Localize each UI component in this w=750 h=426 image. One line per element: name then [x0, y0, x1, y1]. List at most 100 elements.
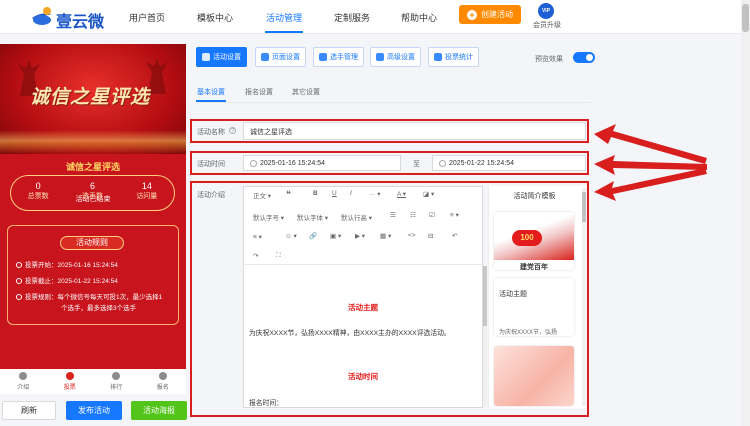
clock-icon: [16, 278, 22, 284]
stat-total-votes: 0 总票数: [27, 181, 49, 200]
banner-title: 诚信之星评选: [30, 86, 151, 108]
gear-icon: [261, 53, 269, 61]
page-settings-button[interactable]: 页面设置: [255, 47, 306, 67]
video-icon[interactable]: ▶ ▾: [355, 232, 365, 240]
publish-button[interactable]: 发布活动: [66, 401, 122, 420]
link-icon[interactable]: 🔗: [309, 232, 317, 240]
divider-icon[interactable]: ⊟: [428, 232, 433, 240]
nav-activity-management[interactable]: 活动管理: [266, 11, 302, 24]
nav-custom-service[interactable]: 定制服务: [334, 11, 370, 24]
bold-icon[interactable]: B: [313, 190, 318, 197]
template-card-2-title: 活动主题: [499, 291, 527, 298]
intro-icon: [19, 372, 28, 380]
contestant-management-button[interactable]: 选手管理: [313, 47, 364, 67]
vote-statistics-button[interactable]: 投票统计: [428, 47, 479, 67]
template-100-badge: 100: [512, 230, 542, 246]
editor-heading-time: 活动时间: [348, 372, 378, 381]
quote-icon[interactable]: ❝: [286, 189, 291, 200]
tab-signup-settings[interactable]: 报名设置: [245, 87, 273, 97]
align-icon[interactable]: ≡ ▾: [450, 211, 459, 219]
font-color-icon[interactable]: A ▾: [397, 190, 406, 198]
signup-icon: [158, 372, 167, 380]
nav-help-center[interactable]: 帮助中心: [401, 11, 437, 24]
underline-icon[interactable]: U: [332, 190, 337, 197]
info-icon: [16, 294, 22, 300]
rule-voting-cont: 个选手，最多选择3个选手: [61, 305, 137, 312]
rule-end: 投票截止：2025-01-22 15:24:54: [16, 276, 118, 287]
tab-vote[interactable]: 投票: [47, 369, 94, 394]
stat-visits: 14 访问量: [136, 181, 158, 200]
template-card-1-caption: 建党百年: [520, 264, 548, 270]
preview-tabbar: 介绍 投票 排行 报名: [0, 369, 186, 394]
tab-intro[interactable]: 介绍: [0, 369, 47, 394]
italic-icon[interactable]: I: [350, 190, 352, 197]
top-nav: [0, 0, 750, 34]
banner-ribbon: [0, 130, 186, 154]
plus-icon: +: [467, 9, 477, 20]
redo-icon[interactable]: ↷: [253, 252, 258, 260]
tab-basic-settings[interactable]: 基本设置: [197, 87, 225, 97]
page-scrollbar[interactable]: [741, 0, 750, 426]
vote-icon: [65, 372, 74, 380]
preview-activity-title: 诚信之星评选: [65, 162, 120, 172]
template-card-2[interactable]: 活动主题 为庆祝XXXX节，弘扬: [494, 278, 574, 336]
advanced-settings-button[interactable]: 高级设置: [370, 47, 421, 67]
font-family-select[interactable]: 默认字体 ▾: [297, 212, 328, 222]
start-time-input[interactable]: 2025-01-16 15:24:54: [243, 155, 401, 171]
subtab-divider: [196, 102, 591, 103]
background-color-icon[interactable]: ◪ ▾: [423, 190, 434, 198]
page-scroll-thumb[interactable]: [742, 4, 749, 32]
template-scroll-thumb[interactable]: [582, 192, 586, 222]
sliders-icon: [376, 53, 384, 61]
indent-icon[interactable]: ≡ ▾: [253, 233, 262, 241]
time-separator: 至: [413, 161, 420, 168]
nav-home[interactable]: 用户首页: [129, 11, 165, 24]
tab-signup[interactable]: 报名: [140, 369, 187, 394]
fullscreen-icon[interactable]: ⛶: [276, 252, 281, 260]
template-card-3[interactable]: [494, 346, 574, 406]
create-activity-button[interactable]: + 创建活动: [459, 5, 521, 24]
preview-toggle[interactable]: [573, 52, 595, 63]
arrow-icon: [594, 168, 707, 201]
template-panel-title: 活动简介模板: [513, 193, 556, 200]
clock-icon: [16, 262, 22, 268]
emoji-icon[interactable]: ☺ ▾: [285, 232, 297, 240]
activity-name-input[interactable]: 诚信之星评选: [243, 122, 586, 140]
clock-icon: [439, 159, 446, 167]
rules-title: 活动规则: [60, 236, 124, 250]
line-height-select[interactable]: 默认行高 ▾: [341, 212, 372, 222]
undo-icon[interactable]: ↶: [452, 232, 457, 240]
image-icon[interactable]: ▣ ▾: [330, 232, 341, 240]
editor-scroll-thumb[interactable]: [483, 266, 487, 326]
nav-templates[interactable]: 模板中心: [197, 11, 233, 24]
activity-intro-label: 活动介绍: [197, 192, 225, 199]
table-icon[interactable]: ▦ ▾: [380, 232, 391, 240]
help-icon[interactable]: ?: [229, 127, 236, 134]
bullet-list-icon[interactable]: ☰: [390, 211, 396, 219]
vip-upgrade-link[interactable]: 会员升级: [533, 20, 561, 30]
create-activity-label: 创建活动: [481, 10, 513, 19]
poster-button[interactable]: 活动海报: [131, 401, 187, 420]
more-icon[interactable]: ··· ▾: [369, 190, 381, 198]
paragraph-style-select[interactable]: 正文 ▾: [253, 190, 271, 200]
tab-ranking[interactable]: 排行: [93, 369, 140, 394]
editor-toolbar-divider: [243, 264, 483, 265]
gear-icon: [202, 53, 210, 61]
clock-icon: [250, 159, 257, 167]
brand-logo-icon: [32, 7, 52, 25]
users-icon: [319, 53, 327, 61]
font-size-select[interactable]: 默认字号 ▾: [253, 212, 284, 222]
refresh-button[interactable]: 刷新: [2, 401, 56, 420]
activity-settings-button[interactable]: 活动设置: [196, 47, 247, 67]
todo-list-icon[interactable]: ☑: [429, 211, 435, 219]
end-time-input[interactable]: 2025-01-22 15:24:54: [432, 155, 586, 171]
template-card-1[interactable]: 100 建党百年: [494, 212, 574, 270]
nav-active-indicator: [265, 31, 303, 33]
activity-name-label: 活动名称: [197, 129, 225, 136]
numbered-list-icon[interactable]: ☷: [410, 211, 416, 219]
annotation-arrows: [594, 124, 707, 201]
vip-icon[interactable]: VIP: [538, 3, 554, 19]
tab-other-settings[interactable]: 其它设置: [292, 87, 320, 97]
code-icon[interactable]: <>: [408, 232, 416, 239]
ranking-icon: [112, 372, 121, 380]
